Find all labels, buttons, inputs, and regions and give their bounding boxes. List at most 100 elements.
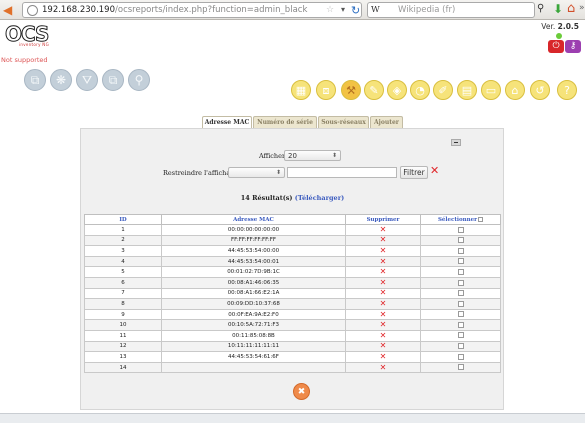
table-row: 2 FF:FF:FF:FF:FF:FF ✕ — [84, 234, 501, 247]
card-icon[interactable]: ▭ — [481, 80, 501, 100]
notes-icon[interactable]: ✐ — [433, 80, 453, 100]
row-checkbox[interactable] — [457, 268, 464, 275]
clear-filter-icon[interactable]: ✕ — [430, 164, 439, 177]
header-mac[interactable]: Adresse MAC — [161, 214, 346, 225]
restrict-field-select[interactable]: ⬍ — [228, 167, 285, 178]
version-prefix: Ver. — [541, 22, 556, 31]
stats-icon[interactable]: ◔ — [410, 80, 430, 100]
cell-select — [420, 298, 501, 310]
row-checkbox[interactable] — [457, 300, 464, 307]
row-checkbox[interactable] — [457, 279, 464, 286]
row-checkbox[interactable] — [457, 258, 464, 265]
delete-icon[interactable]: ✕ — [380, 246, 387, 255]
tab-add[interactable]: Ajouter — [370, 116, 403, 128]
reload-icon[interactable]: ↻ — [351, 4, 360, 17]
groups-icon[interactable]: ⧈ — [316, 80, 336, 100]
back-arrow-icon[interactable]: ◀ — [3, 4, 17, 16]
select-all-checkbox[interactable] — [478, 216, 484, 222]
calendar-icon[interactable]: ▤ — [457, 80, 477, 100]
logout-power-icon[interactable]: ⏻ — [548, 40, 564, 53]
table-row: 11 00:11:85:08:8B ✕ — [84, 329, 501, 342]
row-checkbox[interactable] — [457, 332, 464, 339]
row-checkbox[interactable] — [457, 364, 464, 371]
header-select-label: Sélectionner — [437, 216, 478, 223]
cell-id: 14 — [84, 361, 162, 374]
delete-icon[interactable]: ✕ — [380, 331, 387, 340]
delete-icon[interactable]: ✕ — [380, 257, 387, 266]
search-bar[interactable]: W Wikipedia (fr) — [367, 2, 535, 18]
cell-mac: 44:45:53:54:00:01 — [161, 255, 346, 268]
filter-input[interactable] — [287, 167, 397, 178]
admin-icon[interactable]: ⚒ — [341, 80, 361, 100]
url-host: 192.168.230.190 — [42, 5, 116, 15]
cell-delete: ✕ — [345, 329, 421, 342]
cell-id: 9 — [84, 308, 162, 321]
delete-icon[interactable]: ✕ — [380, 288, 387, 297]
deploy-icon[interactable]: ▦ — [291, 80, 311, 100]
delete-icon[interactable]: ✕ — [380, 225, 387, 234]
row-checkbox[interactable] — [457, 237, 464, 244]
menu-icon[interactable]: » — [579, 3, 585, 13]
row-checkbox[interactable] — [457, 247, 464, 254]
filter-icon[interactable]: ⛛ — [76, 69, 98, 91]
delete-icon[interactable]: ✕ — [380, 278, 387, 287]
table-row: 14 ✕ — [84, 361, 501, 374]
cell-select — [420, 329, 501, 342]
home-tree-icon[interactable]: ⌂ — [505, 80, 525, 100]
table-header-row: ID Adresse MAC Supprimer Sélectionner — [84, 214, 501, 225]
ocs-logo[interactable]: OCS inventory NG — [4, 22, 53, 52]
network-icon[interactable]: ❋ — [50, 69, 72, 91]
cell-mac: 00:10:5A:72:71:F3 — [161, 319, 346, 331]
tags-icon[interactable]: ◈ — [387, 80, 407, 100]
show-count-select[interactable]: 20 ⬍ — [284, 150, 341, 161]
wikipedia-icon[interactable]: W — [371, 5, 380, 15]
cell-delete: ✕ — [345, 319, 421, 331]
refresh-icon[interactable]: ↺ — [530, 80, 550, 100]
delete-selected-button[interactable]: ✖ — [293, 383, 310, 400]
cell-delete: ✕ — [345, 287, 421, 300]
cell-mac: 44:45:53:54:00:00 — [161, 245, 346, 257]
mac-address-table: ID Adresse MAC Supprimer Sélectionner 10… — [84, 214, 501, 374]
row-checkbox[interactable] — [457, 343, 464, 350]
cell-select — [420, 234, 501, 247]
row-checkbox[interactable] — [457, 353, 464, 360]
search-icon[interactable]: ⚲ — [128, 69, 150, 91]
header-id[interactable]: ID — [84, 214, 162, 225]
bookmark-star-icon[interactable]: ☆ — [326, 5, 334, 15]
tab-serial-number[interactable]: Numéro de série — [253, 116, 317, 128]
row-checkbox[interactable] — [457, 290, 464, 297]
delete-icon[interactable]: ✕ — [380, 299, 387, 308]
search-go-icon[interactable]: ⚲ — [537, 3, 544, 14]
cell-id: 3 — [84, 245, 162, 257]
key-icon[interactable]: ⚷ — [565, 40, 581, 53]
table-row: 4 44:45:53:54:00:01 ✕ — [84, 255, 501, 268]
delete-icon[interactable]: ✕ — [380, 267, 387, 276]
home-icon[interactable]: ⌂ — [567, 1, 575, 16]
delete-icon[interactable]: ✕ — [380, 235, 387, 244]
cell-delete: ✕ — [345, 351, 421, 363]
tab-mac-address[interactable]: Adresse MAC — [202, 116, 252, 128]
cell-id: 2 — [84, 234, 162, 247]
delete-icon[interactable]: ✕ — [380, 310, 387, 319]
row-checkbox[interactable] — [457, 321, 464, 328]
delete-icon[interactable]: ✕ — [380, 341, 387, 350]
download-icon[interactable]: ⬇ — [553, 2, 563, 16]
collapse-button[interactable] — [451, 139, 461, 146]
tab-subnets[interactable]: Sous-réseaux — [318, 116, 369, 128]
cell-mac: FF:FF:FF:FF:FF:FF — [161, 234, 346, 247]
delete-icon[interactable]: ✕ — [380, 363, 387, 372]
delete-icon[interactable]: ✕ — [380, 320, 387, 329]
address-bar[interactable]: 192.168.230.190/ocsreports/index.php?fun… — [22, 2, 362, 18]
computers-icon[interactable]: ⧉ — [24, 69, 46, 91]
help-icon[interactable]: ? — [557, 80, 577, 100]
config-icon[interactable]: ✎ — [364, 80, 384, 100]
delete-icon[interactable]: ✕ — [380, 352, 387, 361]
row-checkbox[interactable] — [457, 226, 464, 233]
download-link[interactable]: (Télécharger) — [295, 194, 344, 202]
row-checkbox[interactable] — [457, 311, 464, 318]
filter-button[interactable]: Filtrer — [400, 166, 428, 179]
url-path: /ocsreports/index.php?function=admin_bla… — [115, 5, 308, 15]
cell-select — [420, 224, 501, 236]
software-icon[interactable]: ⧉ — [102, 69, 124, 91]
history-dropdown-icon[interactable]: ▾ — [341, 5, 345, 14]
